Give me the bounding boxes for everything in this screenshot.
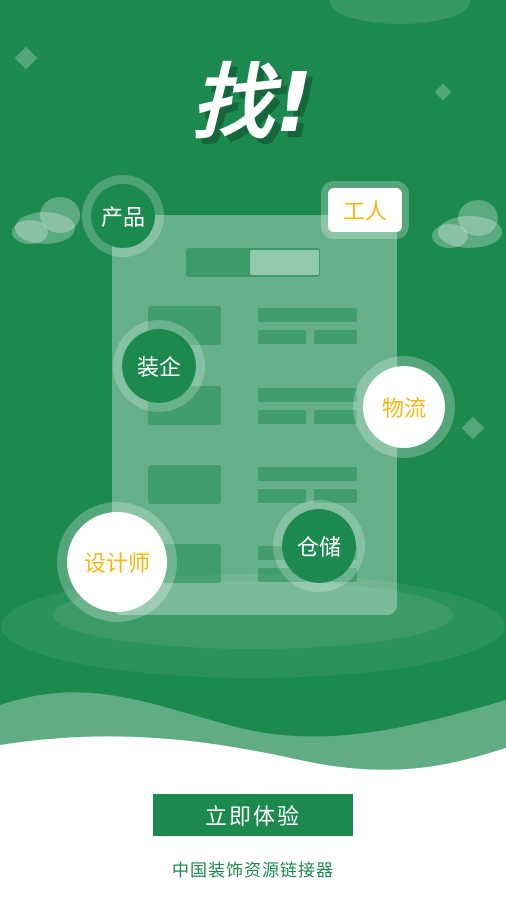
footer-slogan: 中国装饰资源链接器 (172, 861, 334, 881)
category-logistics[interactable]: 物流 (363, 366, 445, 448)
page-title: 找! (191, 56, 315, 151)
category-decoration-company-label: 装企 (136, 356, 181, 381)
try-now-button[interactable]: 立即体验 (153, 794, 353, 836)
category-decoration-company[interactable]: 装企 (122, 329, 196, 403)
category-warehouse[interactable]: 仓储 (282, 509, 356, 583)
category-product-label: 产品 (100, 206, 145, 231)
category-designer-label: 设计师 (83, 552, 150, 577)
category-product[interactable]: 产品 (91, 184, 155, 248)
category-logistics-label: 物流 (381, 397, 426, 422)
screen: 找! 产品 工人 装企 物流 设计师 仓储 立即体验 中国装饰资源链接器 (0, 0, 506, 900)
category-warehouse-label: 仓储 (296, 536, 341, 561)
category-worker[interactable]: 工人 (328, 188, 402, 232)
category-worker-label: 工人 (342, 200, 387, 225)
category-designer[interactable]: 设计师 (67, 512, 167, 612)
